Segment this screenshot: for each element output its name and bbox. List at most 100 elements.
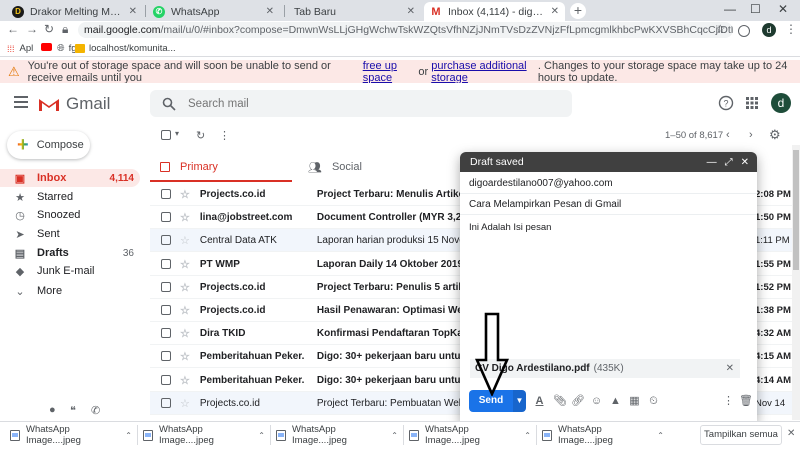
remove-attachment-icon[interactable]: ✕ <box>726 363 734 374</box>
star-icon[interactable]: ☆ <box>180 281 190 294</box>
main-menu-icon[interactable] <box>14 96 28 108</box>
star-icon[interactable]: ☆ <box>180 304 190 317</box>
insert-link-icon[interactable]: 🔗︎ <box>571 395 585 408</box>
minimize-icon[interactable]: — <box>724 2 736 16</box>
search-bar[interactable] <box>150 90 572 117</box>
browser-tab[interactable]: ✆ WhatsApp ✕ <box>147 2 280 21</box>
emoji-icon[interactable]: ☺ <box>590 395 603 408</box>
close-icon[interactable]: ✕ <box>551 6 559 17</box>
hangouts-icon[interactable]: ❝ <box>70 404 76 417</box>
show-all-downloads-button[interactable]: Tampilkan semua <box>700 425 782 445</box>
search-input[interactable] <box>188 97 548 110</box>
purchase-storage-link[interactable]: purchase additional storage <box>431 60 538 84</box>
chevron-up-icon[interactable]: ⌃ <box>524 431 531 440</box>
sidebar-item-drafts[interactable]: ▤ Drafts 36 <box>0 244 140 262</box>
row-checkbox[interactable] <box>161 212 171 222</box>
formatting-icon[interactable]: A <box>533 395 546 408</box>
sidebar-item-starred[interactable]: ★ Starred <box>0 188 140 206</box>
send-options-icon[interactable]: ▼ <box>513 390 526 412</box>
row-checkbox[interactable] <box>161 375 171 385</box>
star-icon[interactable]: ☆ <box>180 188 190 201</box>
compose-titlebar[interactable]: Draft saved — ⤢ ✕ <box>460 152 757 172</box>
reload-icon[interactable]: ↻ <box>44 22 54 36</box>
sidebar-item-sent[interactable]: ➤ Sent <box>0 225 140 243</box>
extension-icon[interactable] <box>738 25 750 37</box>
download-item[interactable]: WhatsApp Image....jpeg ⌃ <box>542 424 664 446</box>
profile-avatar[interactable]: d <box>762 23 776 37</box>
row-checkbox[interactable] <box>161 305 171 315</box>
subject-field[interactable]: Cara Melampirkan Pesan di Gmail <box>460 195 757 215</box>
star-icon[interactable]: ☆ <box>180 350 190 363</box>
row-checkbox[interactable] <box>161 328 171 338</box>
select-dropdown-icon[interactable]: ▾ <box>175 129 179 138</box>
attach-file-icon[interactable]: 📎︎ <box>553 395 567 408</box>
close-icon[interactable]: ✕ <box>129 6 137 17</box>
browser-tab[interactable]: D Drakor Melting Me Softly (2019) ✕ <box>6 2 143 21</box>
close-download-bar-icon[interactable]: ✕ <box>787 428 795 439</box>
tab-primary[interactable]: Primary <box>160 153 218 181</box>
star-icon[interactable]: ☆ <box>180 327 190 340</box>
next-page-icon[interactable]: › <box>749 129 753 141</box>
youtube-bookmark[interactable] <box>41 43 52 51</box>
apps-bookmark[interactable]: ⁞⁞⁞ Apl <box>7 43 33 54</box>
close-icon[interactable]: ✕ <box>741 157 749 168</box>
row-checkbox[interactable] <box>161 235 171 245</box>
account-avatar[interactable]: d <box>771 93 791 113</box>
row-checkbox[interactable] <box>161 259 171 269</box>
select-all-checkbox[interactable] <box>161 130 171 143</box>
help-icon[interactable]: ? <box>718 95 734 111</box>
localhost-bookmark[interactable]: localhost/komunita... <box>75 43 176 54</box>
scrollbar-thumb[interactable] <box>793 150 799 270</box>
star-icon[interactable]: ☆ <box>180 374 190 387</box>
chevron-up-icon[interactable]: ⌃ <box>258 431 265 440</box>
compose-button[interactable]: + Compose <box>7 131 90 159</box>
maximize-icon[interactable]: ☐ <box>750 2 761 16</box>
menu-dots-icon[interactable]: ⋮ <box>785 22 797 36</box>
download-item[interactable]: WhatsApp Image....jpeg ⌃ <box>409 424 531 446</box>
download-item[interactable]: WhatsApp Image....jpeg ⌃ <box>10 424 132 446</box>
minimize-icon[interactable]: — <box>707 157 717 168</box>
discard-draft-icon[interactable]: 🗑︎ <box>739 395 753 408</box>
close-icon[interactable]: ✕ <box>407 6 415 17</box>
window-close-icon[interactable]: ✕ <box>778 2 788 16</box>
sidebar-item-junk[interactable]: ◆ Junk E-mail <box>0 262 140 280</box>
url-bar[interactable]: mail.google.com/mail/u/0/#inbox?compose=… <box>78 22 733 38</box>
more-options-icon[interactable]: ⋮ <box>722 395 735 408</box>
free-up-space-link[interactable]: free up space <box>363 60 416 84</box>
to-field[interactable]: digoardestilano007@yahoo.com <box>460 174 757 194</box>
row-checkbox[interactable] <box>161 398 171 408</box>
lock-icon[interactable]: 🔒︎ <box>62 22 68 37</box>
download-item[interactable]: WhatsApp Image....jpeg ⌃ <box>276 424 398 446</box>
settings-gear-icon[interactable]: ⚙ <box>769 127 781 143</box>
phone-icon[interactable]: ✆ <box>91 404 100 417</box>
chevron-up-icon[interactable]: ⌃ <box>391 431 398 440</box>
close-icon[interactable]: ✕ <box>266 6 274 17</box>
apps-grid-icon[interactable] <box>744 95 760 111</box>
insert-photo-icon[interactable]: ▦ <box>628 395 641 408</box>
more-vert-icon[interactable]: ⋮ <box>219 129 230 142</box>
message-body[interactable]: Ini Adalah Isi pesan <box>469 222 551 233</box>
star-icon[interactable]: ☆ <box>180 234 190 247</box>
attachment-chip[interactable]: CV Digo Ardestilano.pdf (435K) ✕ <box>470 359 740 378</box>
chevron-up-icon[interactable]: ⌃ <box>125 431 132 440</box>
gmail-logo[interactable]: Gmail <box>38 94 110 114</box>
confidential-mode-icon[interactable]: ⏲ <box>647 395 660 408</box>
star-icon[interactable]: ☆ <box>180 397 190 410</box>
chevron-up-icon[interactable]: ⌃ <box>657 431 664 440</box>
forward-icon[interactable]: → <box>26 22 38 36</box>
browser-tab[interactable]: Tab Baru ✕ <box>288 2 421 21</box>
star-icon[interactable]: ☆ <box>180 258 190 271</box>
browser-tab-active[interactable]: M Inbox (4,114) - digokcn@gmail.c ✕ <box>424 2 565 21</box>
sidebar-item-more[interactable]: ⌄ More <box>0 282 140 300</box>
tab-social[interactable]: 👥︎ Social <box>308 153 362 181</box>
row-checkbox[interactable] <box>161 189 171 199</box>
fullscreen-icon[interactable]: ⤢ <box>725 157 733 168</box>
search-icon[interactable] <box>162 97 176 111</box>
fg-bookmark[interactable]: 🌐︎ fg <box>57 43 77 54</box>
sidebar-item-snoozed[interactable]: ◷ Snoozed <box>0 206 140 224</box>
drive-icon[interactable]: ▲ <box>609 395 622 408</box>
refresh-icon[interactable]: ↻ <box>196 129 205 142</box>
bookmark-star-icon[interactable]: ☆ <box>715 22 726 36</box>
new-tab-button[interactable]: + <box>570 3 586 19</box>
row-checkbox[interactable] <box>161 282 171 292</box>
